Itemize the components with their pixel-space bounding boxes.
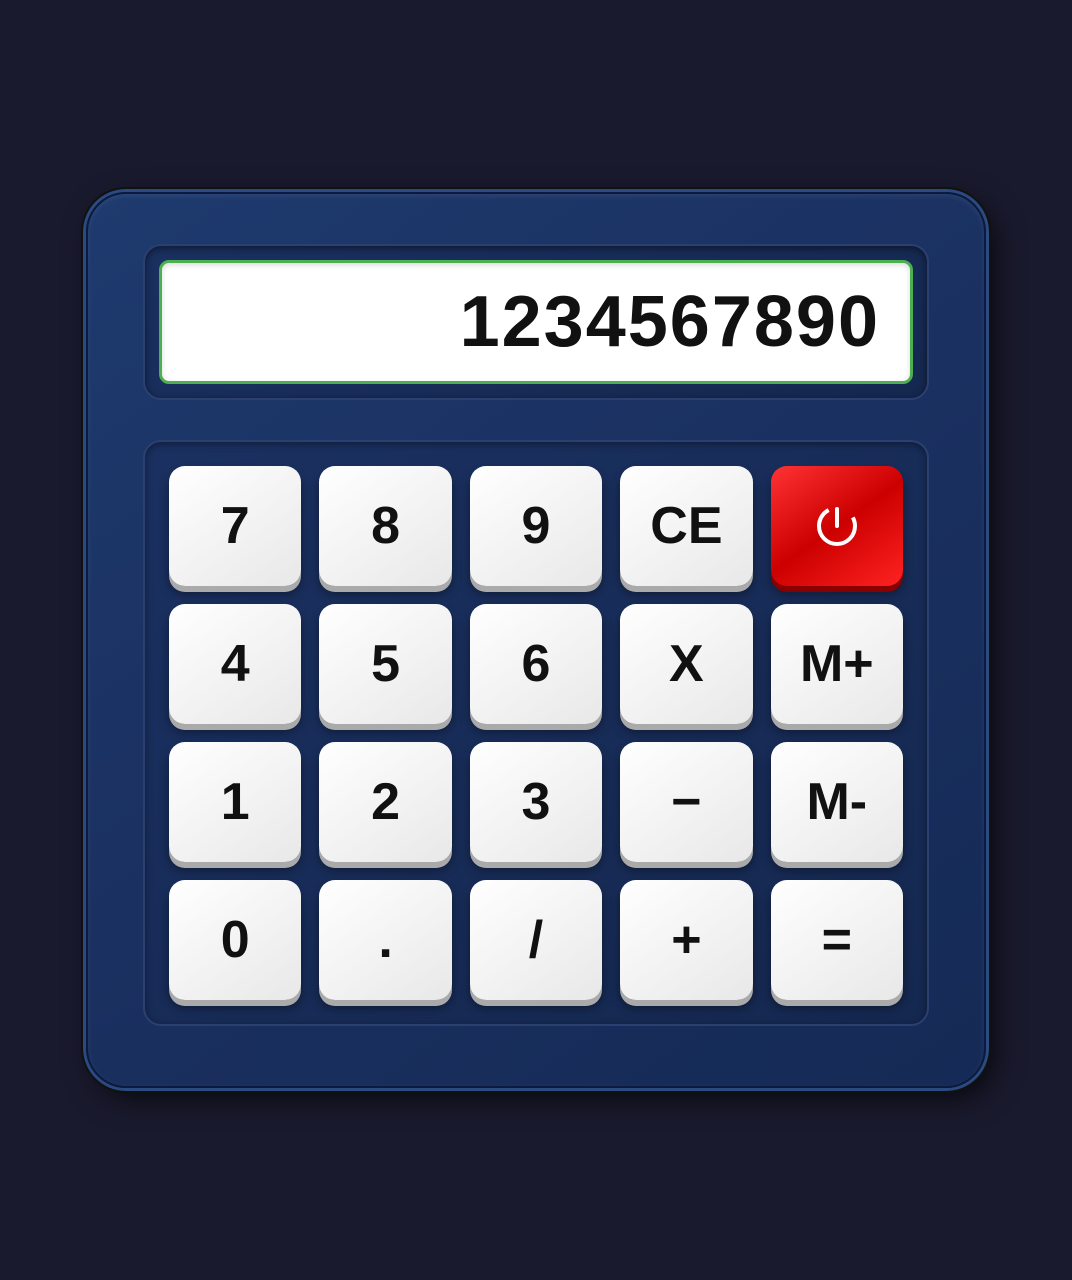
btn-2[interactable]: 2 — [319, 742, 451, 862]
btn-ce[interactable]: CE — [620, 466, 752, 586]
btn-memory-minus[interactable]: M- — [771, 742, 903, 862]
btn-9[interactable]: 9 — [470, 466, 602, 586]
display-screen: 1234567890 — [159, 260, 913, 384]
display-wrapper: 1234567890 — [143, 244, 929, 400]
btn-subtract[interactable]: − — [620, 742, 752, 862]
btn-add[interactable]: + — [620, 880, 752, 1000]
btn-power[interactable] — [771, 466, 903, 586]
keypad-wrapper: 7 8 9 CE 4 5 6 X M+ 1 2 3 − — [143, 440, 929, 1026]
btn-decimal[interactable]: . — [319, 880, 451, 1000]
btn-4[interactable]: 4 — [169, 604, 301, 724]
btn-memory-plus[interactable]: M+ — [771, 604, 903, 724]
btn-multiply[interactable]: X — [620, 604, 752, 724]
btn-8[interactable]: 8 — [319, 466, 451, 586]
calculator: 1234567890 7 8 9 CE 4 5 6 X M+ — [86, 192, 986, 1088]
keypad: 7 8 9 CE 4 5 6 X M+ 1 2 3 − — [169, 466, 903, 1000]
btn-equals[interactable]: = — [771, 880, 903, 1000]
btn-0[interactable]: 0 — [169, 880, 301, 1000]
btn-7[interactable]: 7 — [169, 466, 301, 586]
btn-3[interactable]: 3 — [470, 742, 602, 862]
btn-6[interactable]: 6 — [470, 604, 602, 724]
display-value: 1234567890 — [460, 281, 880, 363]
btn-1[interactable]: 1 — [169, 742, 301, 862]
btn-5[interactable]: 5 — [319, 604, 451, 724]
btn-divide[interactable]: / — [470, 880, 602, 1000]
power-icon — [809, 499, 864, 554]
